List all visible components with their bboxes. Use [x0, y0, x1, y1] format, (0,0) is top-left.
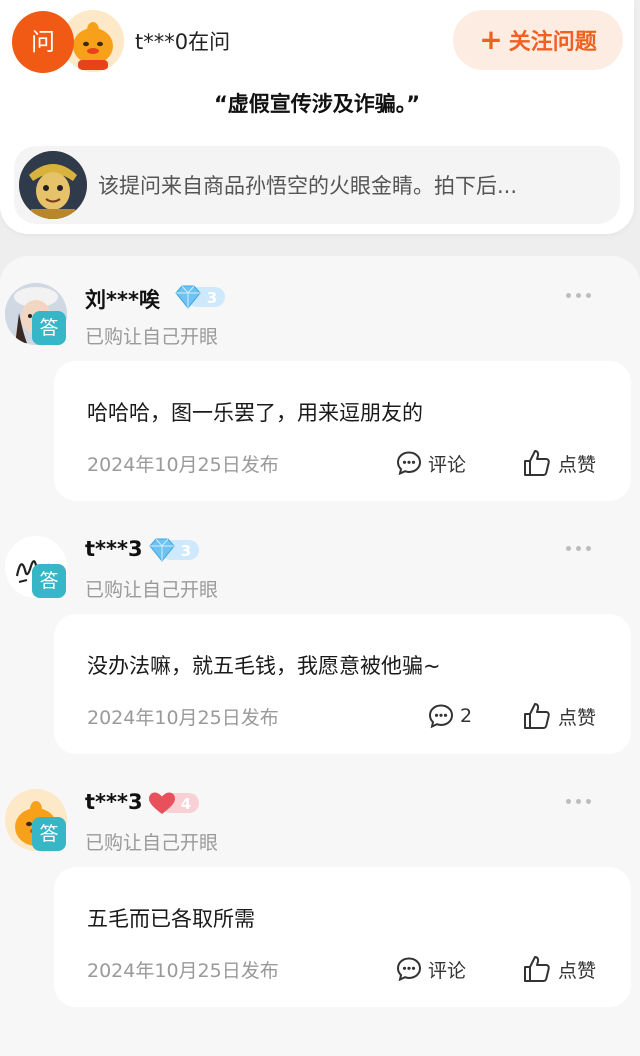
purchase-status: 已购让自己开眼: [85, 832, 219, 854]
purchase-status: 已购让自己开眼: [85, 326, 219, 348]
comment-count: 2: [460, 705, 473, 727]
thumbs-up-icon: [524, 450, 550, 476]
comment-label: 评论: [428, 453, 467, 476]
product-source-text: 该提问来自商品孙悟空的火眼金睛。拍下后...: [98, 174, 518, 198]
answer-badge: 答: [32, 311, 66, 345]
like-label: 点赞: [558, 706, 597, 729]
like-button[interactable]: 点赞: [522, 951, 596, 987]
comment-icon: [396, 451, 422, 476]
answer-user-name[interactable]: t***3: [85, 537, 143, 561]
purchase-status: 已购让自己开眼: [85, 579, 219, 601]
like-label: 点赞: [558, 453, 597, 476]
answer-item: 答 t***3 3 已购让自己开眼 没办法嘛，就五毛钱，我愿意被他骗~ 2024…: [0, 509, 640, 754]
thumbs-up-icon: [524, 703, 550, 729]
comment-icon: [428, 704, 454, 729]
comment-icon: [396, 957, 422, 982]
more-options-icon[interactable]: [566, 543, 606, 553]
plus-icon: +: [479, 23, 503, 56]
answer-date: 2024年10月25日发布: [87, 707, 279, 729]
answer-user-name[interactable]: t***3: [85, 790, 143, 814]
answer-list: 答 刘***唉 3 已购让自己开眼 哈哈哈，图一乐罢了，用来逗朋友的 2024年…: [0, 256, 640, 1056]
like-button[interactable]: 点赞: [522, 698, 596, 734]
level-number: 3: [181, 542, 191, 560]
comment-button[interactable]: 评论: [396, 951, 466, 987]
answer-badge: 答: [32, 564, 66, 598]
answer-bubble: 五毛而已各取所需 2024年10月25日发布 评论 点赞: [54, 867, 631, 1007]
question-title: “虚假宣传涉及诈骗。”: [213, 92, 421, 116]
question-card: 问 t***0在问 + 关注问题 “虚假宣传涉及诈骗。” 该提问来自商品孙悟空的…: [0, 0, 634, 234]
answer-text: 五毛而已各取所需: [87, 907, 255, 931]
answer-user-name[interactable]: 刘***唉: [85, 284, 160, 314]
diamond-level-icon: 3: [149, 538, 199, 562]
like-button[interactable]: 点赞: [522, 445, 596, 481]
answer-text: 没办法嘛，就五毛钱，我愿意被他骗~: [87, 654, 441, 678]
answer-date: 2024年10月25日发布: [87, 454, 279, 476]
answer-item: 答 t***3 4 已购让自己开眼 五毛而已各取所需 2024年10月25日发布…: [0, 762, 640, 1007]
level-number: 3: [207, 289, 217, 307]
diamond-level-icon: 3: [175, 285, 225, 309]
question-badge: 问: [12, 11, 74, 73]
heart-level-icon: 4: [149, 792, 199, 814]
monkey-king-image-icon: [19, 151, 87, 219]
product-thumbnail: [19, 151, 87, 219]
answer-date: 2024年10月25日发布: [87, 960, 279, 982]
comment-button[interactable]: 评论: [396, 445, 466, 481]
level-number: 4: [181, 795, 191, 813]
answer-item: 答 刘***唉 3 已购让自己开眼 哈哈哈，图一乐罢了，用来逗朋友的 2024年…: [0, 256, 640, 501]
follow-label: 关注问题: [508, 30, 597, 55]
answer-bubble: 哈哈哈，图一乐罢了，用来逗朋友的 2024年10月25日发布 评论 点赞: [54, 361, 631, 501]
thumbs-up-icon: [524, 956, 550, 982]
like-label: 点赞: [558, 959, 597, 982]
follow-question-button[interactable]: + 关注问题: [453, 10, 623, 70]
more-options-icon[interactable]: [566, 796, 606, 806]
more-options-icon[interactable]: [566, 290, 606, 300]
product-source-link[interactable]: 该提问来自商品孙悟空的火眼金睛。拍下后...: [14, 146, 620, 224]
comment-label: 评论: [428, 959, 467, 982]
comment-button[interactable]: 2: [428, 698, 472, 734]
answer-text: 哈哈哈，图一乐罢了，用来逗朋友的: [87, 401, 423, 425]
answer-bubble: 没办法嘛，就五毛钱，我愿意被他骗~ 2024年10月25日发布 2 点赞: [54, 614, 631, 754]
answer-badge: 答: [32, 817, 66, 851]
asker-name[interactable]: t***0在问: [135, 26, 230, 56]
